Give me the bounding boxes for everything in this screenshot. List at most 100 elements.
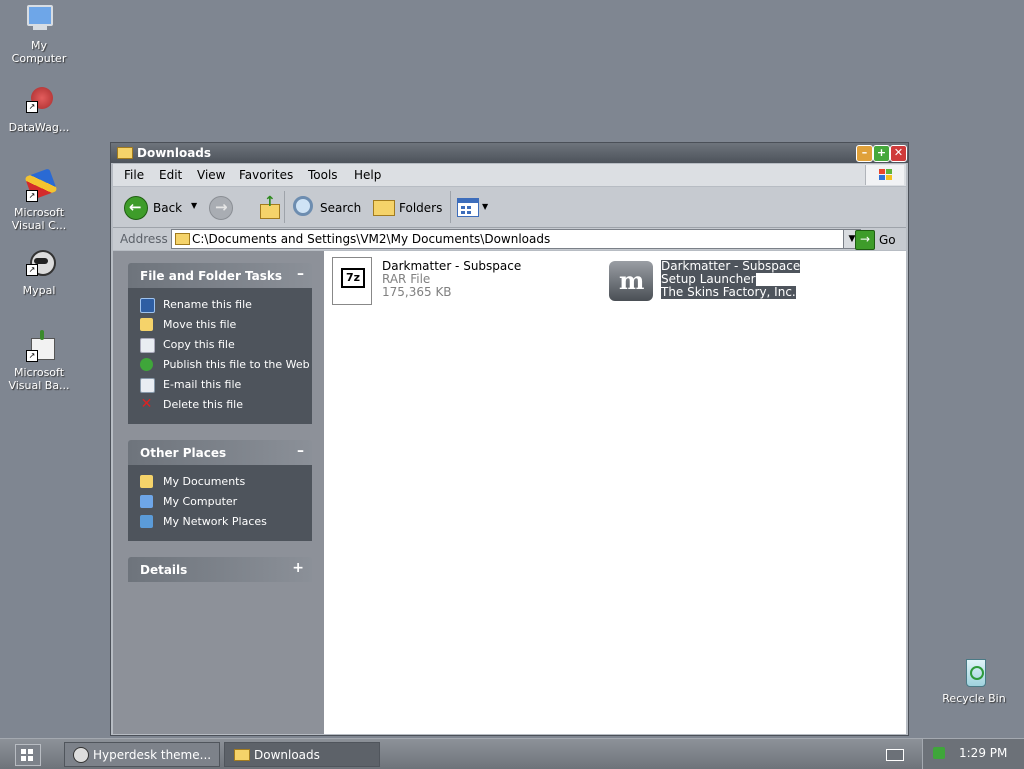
recycle-bin-icon [957,656,991,690]
network-tray-icon[interactable] [933,747,945,759]
task-label: Publish this file to the Web [163,358,310,371]
desktop-icon-my-computer[interactable]: My Computer [1,3,77,65]
desktop-icon-visual-c[interactable]: ↗ Microsoft Visual C... [1,168,77,232]
address-bar: Address C:\Documents and Settings\VM2\My… [113,228,906,250]
file-item-setup-launcher[interactable]: m Darkmatter - Subspace Setup Launcher T… [609,257,809,307]
folder-icon [117,147,133,159]
search-icon [293,196,313,216]
delete-icon: ✕ [140,396,153,412]
explorer-window[interactable]: Downloads – + ✕ File Edit View Favorites… [110,142,909,736]
other-places-panel: My Documents My Computer My Network Plac… [128,465,312,541]
panel-title: File and Folder Tasks [140,269,283,283]
visual-c-icon: ↗ [22,168,58,204]
forward-button[interactable]: → [209,196,233,220]
chevron-down-icon[interactable]: ▼ [191,201,197,210]
minimize-button[interactable]: – [856,145,873,162]
expand-icon[interactable]: + [292,560,304,576]
copy-icon [140,338,155,353]
views-button[interactable]: ▼ [457,197,493,217]
taskbar-item-downloads[interactable]: Downloads [224,742,380,767]
address-text: C:\Documents and Settings\VM2\My Documen… [192,232,551,246]
place-label: My Computer [163,495,238,508]
title-bar[interactable]: Downloads – + ✕ [111,143,908,163]
taskbar-item-label: Downloads [254,748,320,762]
close-button[interactable]: ✕ [890,145,907,162]
back-label: Back [153,201,183,215]
desktop-icon-mypal[interactable]: ↗ Mypal [1,248,77,297]
file-list: 7z Darkmatter - Subspace RAR File 175,36… [324,251,906,734]
menu-file[interactable]: File [124,168,144,182]
visual-basic-icon: ↗ [22,330,56,364]
publish-web-icon [140,358,153,371]
menu-help[interactable]: Help [354,168,381,182]
folders-button[interactable]: Folders [371,193,451,221]
setup-launcher-icon: m [609,261,653,301]
desktop-icon-visual-basic[interactable]: ↗ Microsoft Visual Ba... [1,330,77,392]
folder-icon [234,749,250,761]
start-button[interactable] [15,744,41,766]
taskbar-item-hyperdesk[interactable]: Hyperdesk theme... [64,742,220,767]
file-folder-tasks-panel: Rename this file Move this file Copy thi… [128,288,312,424]
menu-bar: File Edit View Favorites Tools Help [113,164,906,186]
rar-file-icon: 7z [332,257,372,305]
search-button[interactable]: Search [291,193,367,221]
panel-title: Other Places [140,446,227,460]
taskbar-item-label: Hyperdesk theme... [93,748,212,762]
go-arrow-icon: → [855,230,875,250]
menu-view[interactable]: View [197,168,225,182]
desktop-icon-recycle-bin[interactable]: Recycle Bin [936,656,1012,705]
task-label: Move this file [163,318,237,331]
panel-title: Details [140,563,188,577]
other-places-header[interactable]: Other Places – [128,440,312,465]
move-icon [140,318,153,331]
go-label: Go [879,233,896,247]
network-places-icon [140,515,153,528]
desktop-icon-label: Mypal [22,284,56,297]
mypal-icon: ↗ [22,248,56,282]
forward-arrow-icon: → [215,198,228,216]
rename-icon [140,298,155,313]
place-label: My Documents [163,475,246,488]
folders-icon [373,200,395,216]
views-icon [457,198,479,217]
collapse-icon[interactable]: – [297,266,304,282]
archive-7z-icon: 7z [341,268,365,288]
search-label: Search [320,201,362,215]
desktop-icon-datawag[interactable]: ↗ DataWag... [1,85,77,134]
desktop-icon-label: DataWag... [8,121,70,134]
details-header[interactable]: Details + [128,557,312,582]
collapse-icon[interactable]: – [297,443,304,459]
up-folder-button[interactable]: ↑ [258,194,280,219]
back-button[interactable]: ← Back ▼ [121,193,197,221]
menu-edit[interactable]: Edit [159,168,182,182]
task-pane: File and Folder Tasks – Rename this file… [113,251,324,734]
system-tray: 1:29 PM [922,739,1024,769]
menu-favorites[interactable]: Favorites [239,168,293,182]
go-button[interactable]: → Go [855,229,905,250]
address-input[interactable]: C:\Documents and Settings\VM2\My Documen… [171,229,861,249]
task-label: E-mail this file [163,378,242,391]
task-label: Delete this file [163,398,243,411]
file-size: 175,365 KB [382,285,452,299]
menu-tools[interactable]: Tools [308,168,338,182]
maximize-button[interactable]: + [873,145,890,162]
task-label: Copy this file [163,338,235,351]
keyboard-icon[interactable] [886,749,904,761]
datawag-icon: ↗ [22,85,56,119]
folders-label: Folders [399,201,443,215]
address-label: Address [120,232,168,246]
chevron-down-icon: ▼ [482,202,489,211]
file-company: The Skins Factory, Inc. [661,285,796,299]
taskbar: Hyperdesk theme... Downloads 1:29 PM [0,738,1024,769]
clock[interactable]: 1:29 PM [959,746,1007,760]
window-title: Downloads [137,146,212,160]
my-documents-icon [140,475,153,488]
file-item-rar[interactable]: 7z Darkmatter - Subspace RAR File 175,36… [332,257,582,307]
file-folder-tasks-header[interactable]: File and Folder Tasks – [128,263,312,288]
my-computer-icon [140,495,153,508]
back-arrow-icon: ← [124,196,148,220]
mypal-icon [73,747,89,763]
desktop-icon-label: Recycle Bin [942,692,1006,705]
desktop-icon-label: Microsoft Visual C... [11,206,67,232]
toolbar: ← Back ▼ → ↑ Search Folders ▼ [113,187,906,228]
